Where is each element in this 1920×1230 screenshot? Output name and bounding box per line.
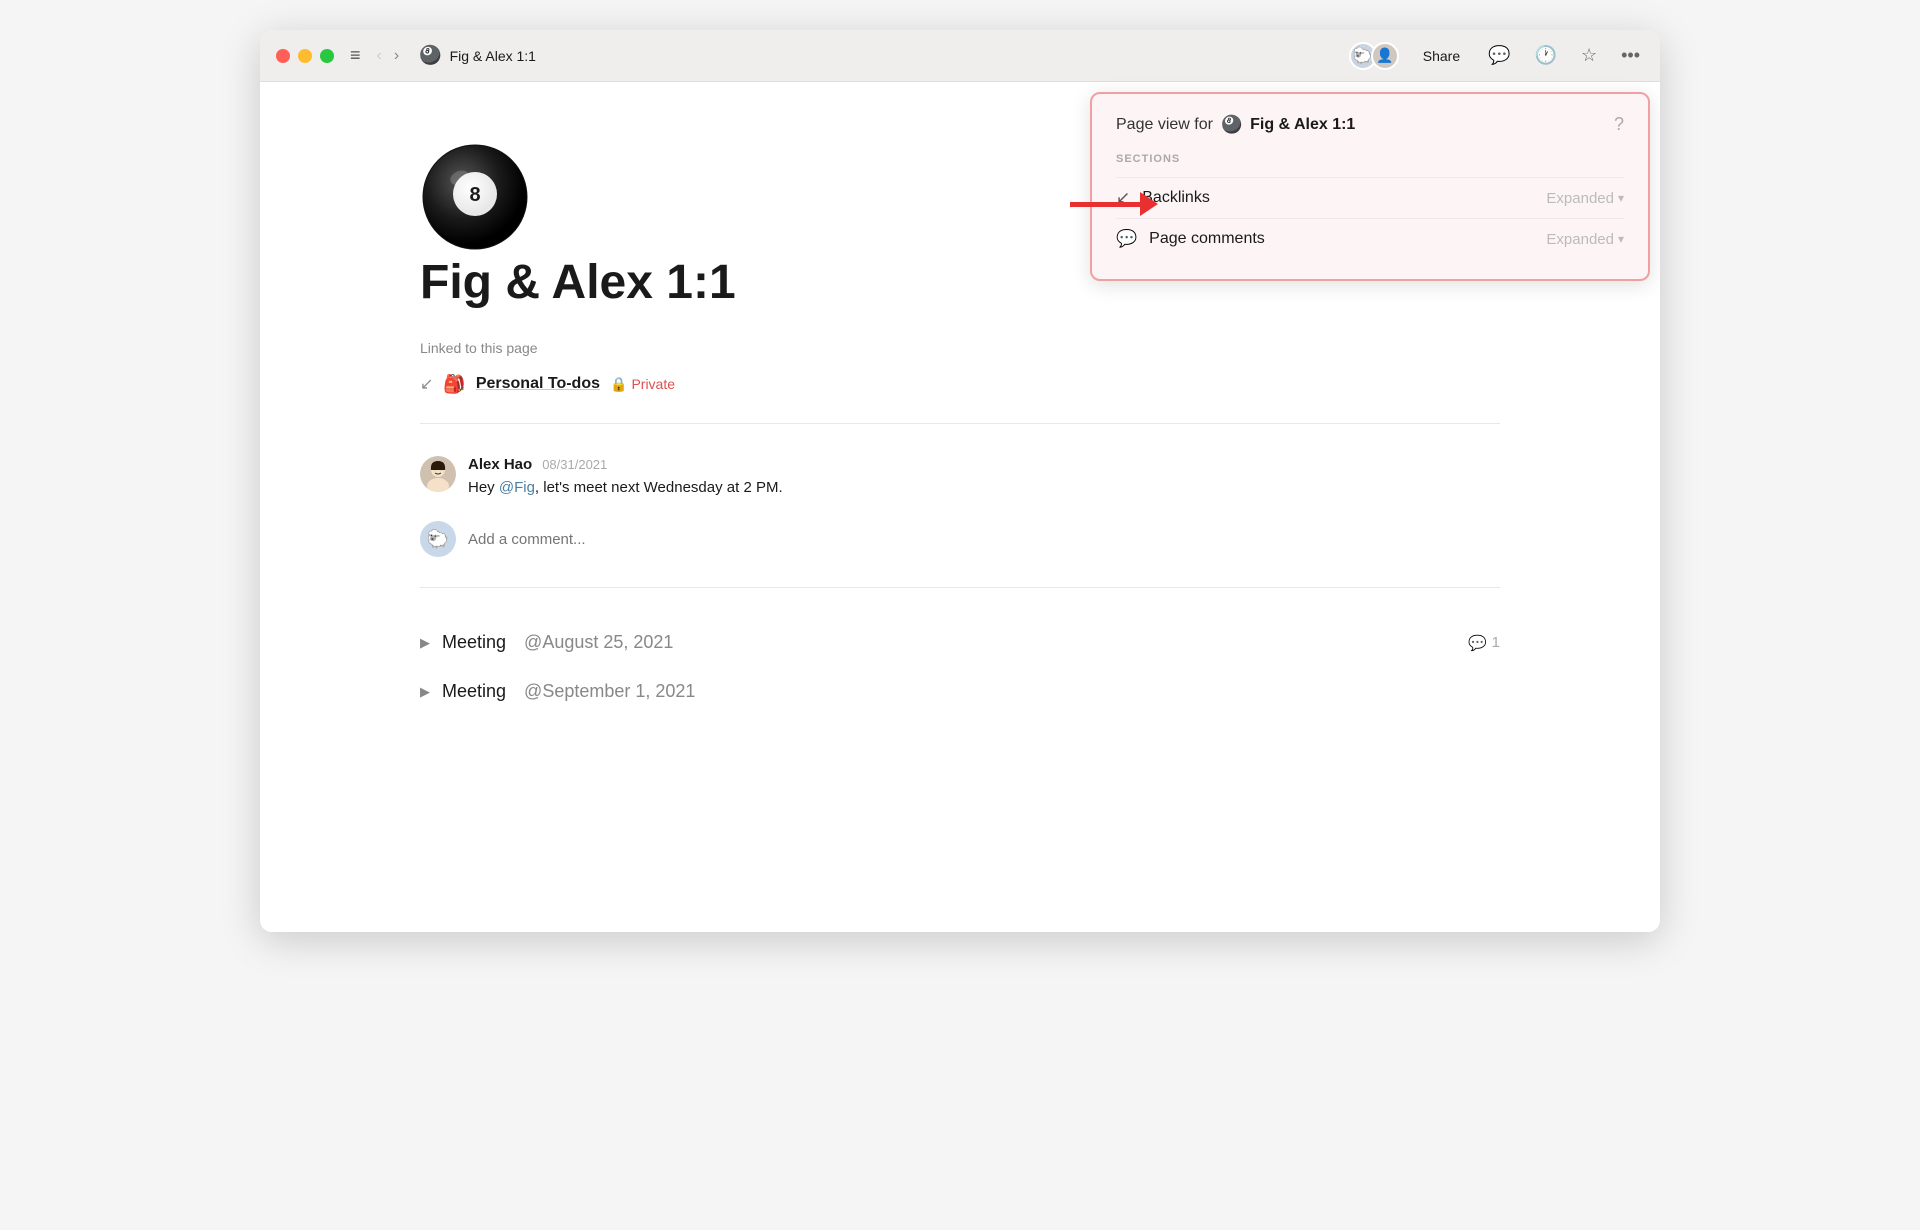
popup-comments-right[interactable]: Expanded ▾ <box>1546 231 1624 248</box>
share-button[interactable]: Share <box>1415 44 1468 68</box>
comments-row-icon: 💬 <box>1116 229 1137 249</box>
bookmark-icon[interactable]: ☆ <box>1577 43 1601 68</box>
expand-icon-2: ▶ <box>420 684 430 700</box>
traffic-lights <box>276 49 334 63</box>
expand-icon-1: ▶ <box>420 635 430 651</box>
meeting-name-1: Meeting <box>442 632 506 653</box>
popup-prefix: Page view for <box>1116 116 1213 134</box>
comments-row-label: Page comments <box>1149 230 1265 248</box>
popup-page-name: Fig & Alex 1:1 <box>1250 116 1355 134</box>
comment-content: Alex Hao 08/31/2021 Hey @Fig, let's meet… <box>468 456 1500 500</box>
comment-text: Hey @Fig, let's meet next Wednesday at 2… <box>468 477 1500 500</box>
comments-chevron-icon: ▾ <box>1618 232 1624 246</box>
add-comment-row: 🐑 <box>420 511 1500 567</box>
popup-comments-left: 💬 Page comments <box>1116 229 1265 249</box>
lock-icon: 🔒 <box>610 376 627 393</box>
meeting-item-2[interactable]: ▶ Meeting @September 1, 2021 <box>420 667 1500 716</box>
app-window: ≡ ‹ › 🎱 Fig & Alex 1:1 🐑 👤 Share 💬 🕐 ☆ •… <box>260 30 1660 932</box>
private-badge: 🔒 Private <box>610 376 675 393</box>
arrow-head <box>1140 192 1158 216</box>
history-icon[interactable]: 🕐 <box>1531 43 1561 68</box>
linked-page-icon: 🎒 <box>443 374 465 395</box>
backlinks-section: Linked to this page ↙ 🎒 Personal To-dos … <box>420 340 1500 403</box>
meeting-date-2: @September 1, 2021 <box>524 681 695 702</box>
arrow-shaft <box>1070 202 1140 207</box>
meeting-list: ▶ Meeting @August 25, 2021 💬 1 ▶ Meeting… <box>420 618 1500 716</box>
avatar-2: 👤 <box>1371 42 1399 70</box>
popup-comments-row[interactable]: 💬 Page comments Expanded ▾ <box>1116 218 1624 259</box>
meeting-date-1: @August 25, 2021 <box>524 632 673 653</box>
popup-backlinks-right[interactable]: Expanded ▾ <box>1546 190 1624 207</box>
backlinks-chevron-icon: ▾ <box>1618 191 1624 205</box>
titlebar-actions: 🐑 👤 Share 💬 🕐 ☆ ••• <box>1349 42 1644 70</box>
more-options-icon[interactable]: ••• <box>1617 43 1644 68</box>
backlinks-expanded-label: Expanded <box>1546 190 1614 207</box>
page-emoji-titlebar: 🎱 <box>419 45 441 66</box>
comment-count-icon-1: 💬 <box>1468 634 1487 652</box>
navigation-arrows: ‹ › <box>373 45 404 67</box>
sections-label: SECTIONS <box>1116 153 1624 165</box>
backlink-icon: ↙ <box>420 374 433 394</box>
divider-1 <box>420 423 1500 424</box>
popup-backlinks-row[interactable]: ↙ Backlinks Expanded ▾ <box>1116 177 1624 218</box>
popup-overlay: Page view for 🎱 Fig & Alex 1:1 ? SECTION… <box>1080 82 1660 291</box>
page-view-popup: Page view for 🎱 Fig & Alex 1:1 ? SECTION… <box>1090 92 1650 281</box>
meeting-item-1[interactable]: ▶ Meeting @August 25, 2021 💬 1 <box>420 618 1500 667</box>
collaborator-avatars: 🐑 👤 <box>1349 42 1399 70</box>
comment-date: 08/31/2021 <box>542 457 607 472</box>
popup-help-button[interactable]: ? <box>1614 114 1624 135</box>
popup-title-row: Page view for 🎱 Fig & Alex 1:1 <box>1116 115 1355 135</box>
comment-author-row: Alex Hao 08/31/2021 <box>468 456 1500 473</box>
linked-label: Linked to this page <box>420 340 1500 356</box>
red-arrow <box>1070 192 1158 216</box>
forward-button[interactable]: › <box>390 45 403 67</box>
minimize-button[interactable] <box>298 49 312 63</box>
titlebar: ≡ ‹ › 🎱 Fig & Alex 1:1 🐑 👤 Share 💬 🕐 ☆ •… <box>260 30 1660 82</box>
comment-count-num-1: 1 <box>1492 634 1500 651</box>
current-user-avatar: 🐑 <box>420 521 456 557</box>
back-button[interactable]: ‹ <box>373 45 386 67</box>
comments-expanded-label: Expanded <box>1546 231 1614 248</box>
mention: @Fig <box>499 479 535 496</box>
popup-header: Page view for 🎱 Fig & Alex 1:1 ? <box>1116 114 1624 135</box>
comment-count-1: 💬 1 <box>1468 634 1500 652</box>
popup-emoji: 🎱 <box>1221 115 1242 135</box>
add-comment-input[interactable] <box>468 531 1500 548</box>
svg-text:8: 8 <box>469 184 480 206</box>
page-title-titlebar: Fig & Alex 1:1 <box>450 48 536 64</box>
linked-page-name[interactable]: Personal To-dos <box>476 375 600 393</box>
comment-block: Alex Hao 08/31/2021 Hey @Fig, let's meet… <box>420 444 1500 512</box>
divider-2 <box>420 587 1500 588</box>
hamburger-menu[interactable]: ≡ <box>350 45 361 66</box>
close-button[interactable] <box>276 49 290 63</box>
meeting-name-2: Meeting <box>442 681 506 702</box>
comment-author: Alex Hao <box>468 456 532 473</box>
maximize-button[interactable] <box>320 49 334 63</box>
page-identifier: 🎱 Fig & Alex 1:1 <box>419 45 536 66</box>
commenter-avatar <box>420 456 456 492</box>
linked-item: ↙ 🎒 Personal To-dos 🔒 Private <box>420 366 1500 403</box>
comment-icon[interactable]: 💬 <box>1484 43 1514 68</box>
